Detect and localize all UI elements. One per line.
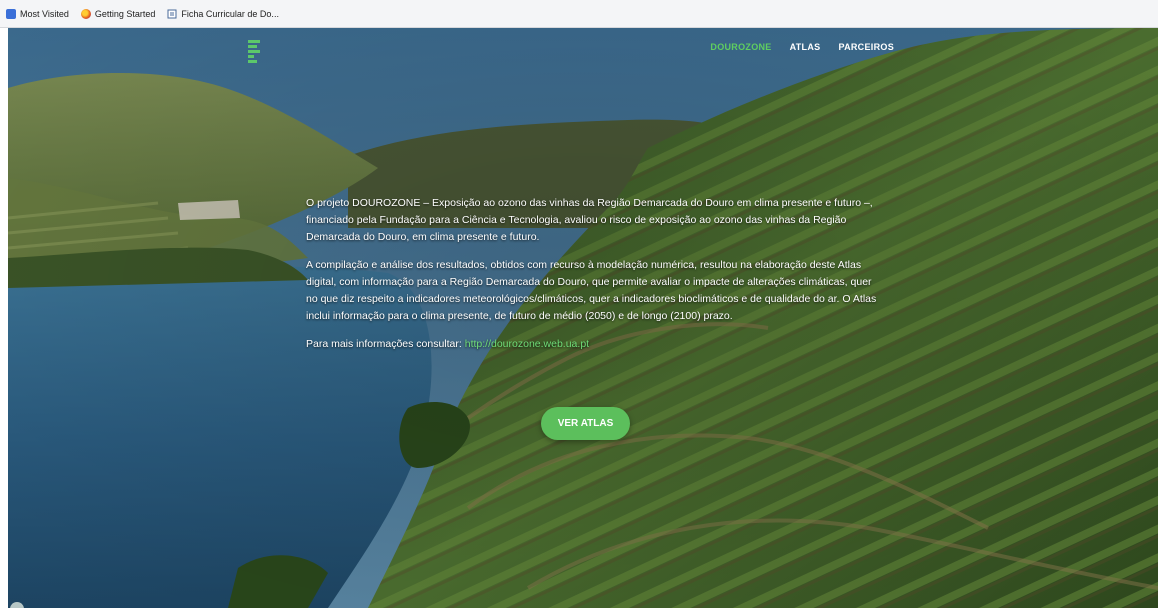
bookmark-label: Ficha Curricular de Do... — [181, 8, 279, 19]
hero-description: O projeto DOUROZONE – Exposição ao ozono… — [306, 195, 881, 364]
bookmark-getting-started[interactable]: Getting Started — [80, 8, 156, 19]
main-navigation: DOUROZONE ATLAS PARCEIROS — [710, 42, 894, 52]
nav-link-atlas[interactable]: ATLAS — [790, 42, 821, 52]
logo-bar — [248, 45, 257, 48]
page-viewport: DOUROZONE ATLAS PARCEIROS O projeto DOUR… — [8, 28, 1158, 608]
bookmark-star-icon — [6, 8, 16, 19]
firefox-icon — [80, 8, 91, 19]
nav-link-parceiros[interactable]: PARCEIROS — [838, 42, 894, 52]
dourozone-logo[interactable] — [248, 40, 260, 70]
ver-atlas-button[interactable]: VER ATLAS — [541, 407, 630, 440]
bookmark-label: Getting Started — [94, 8, 156, 19]
bookmark-most-visited[interactable]: Most Visited — [6, 8, 69, 19]
bookmarks-toolbar: Most Visited Getting Started Ficha Curri… — [0, 0, 1158, 28]
atlas-description-paragraph: A compilação e análise dos resultados, o… — [306, 259, 877, 322]
bookmark-ficha-curricular[interactable]: Ficha Curricular de Do... — [167, 9, 279, 19]
logo-bar — [248, 50, 260, 53]
bookmark-label: Most Visited — [20, 8, 69, 19]
project-website-link[interactable]: http://dourozone.web.ua.pt — [465, 338, 589, 350]
more-info-line: Para mais informações consultar: http://… — [306, 336, 881, 353]
more-info-text: Para mais informações consultar: — [306, 338, 465, 350]
logo-bar — [248, 60, 257, 63]
nav-link-dourozone[interactable]: DOUROZONE — [710, 42, 771, 52]
project-description-paragraph: O projeto DOUROZONE – Exposição ao ozono… — [306, 197, 873, 243]
logo-bar — [248, 40, 260, 43]
document-icon — [167, 9, 177, 18]
logo-bar — [248, 55, 254, 58]
